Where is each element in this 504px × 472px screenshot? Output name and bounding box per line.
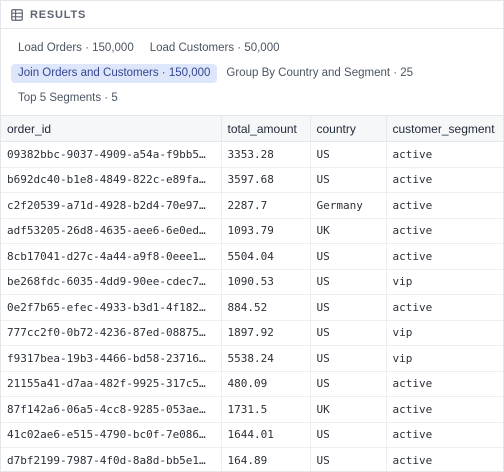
column-header-customer-segment[interactable]: customer_segment bbox=[386, 115, 503, 142]
table-row[interactable]: adf53205-26d8-4635-aee6-6e0ed… 1093.79 UK a… bbox=[1, 218, 503, 244]
table-cell: c2f20539-a71d-4928-b2d4-70e97… bbox=[1, 192, 222, 219]
table-cell: 3597.68 bbox=[221, 167, 311, 193]
column-header-country[interactable]: country bbox=[310, 115, 387, 142]
table-row[interactable]: 87f142a6-06a5-4cc8-9285-053ae… 1731.5 UK ac… bbox=[1, 396, 503, 423]
step-chip[interactable]: Join Orders and Customers · 150,000 bbox=[11, 64, 218, 83]
results-table: order_id total_amount country customer_segm… bbox=[1, 115, 503, 471]
table-cell: active bbox=[386, 218, 503, 244]
table-cell: active bbox=[386, 243, 503, 270]
step-chips: Load Orders · 150,000 Load Customers · 50… bbox=[1, 29, 503, 118]
table-header-row: order_id total_amount country customer_segm… bbox=[1, 115, 503, 142]
table-row[interactable]: b692dc40-b1e8-4849-822c-e89fa… 3597.68 US a… bbox=[1, 167, 503, 193]
table-cell: f9317bea-19b3-4466-bd58-23716… bbox=[1, 345, 222, 372]
table-cell: US bbox=[310, 447, 387, 471]
table-cell: 777cc2f0-0b72-4236-87ed-08875… bbox=[1, 320, 222, 346]
step-chip[interactable]: Load Customers · 50,000 bbox=[143, 39, 287, 58]
step-chip[interactable]: Group By Country and Segment · 25 bbox=[219, 64, 420, 83]
table-cell: 87f142a6-06a5-4cc8-9285-053ae… bbox=[1, 396, 222, 423]
results-title: RESULTS bbox=[30, 8, 87, 21]
table-cell: US bbox=[310, 371, 387, 397]
table-row[interactable]: 21155a41-d7aa-482f-9925-317c5… 480.09 US ac… bbox=[1, 371, 503, 397]
table-cell: US bbox=[310, 345, 387, 372]
table-cell: US bbox=[310, 294, 387, 321]
table-body: 09382bbc-9037-4909-a54a-f9bb5… 3353.28 US a… bbox=[1, 141, 503, 471]
table-cell: vip bbox=[386, 345, 503, 372]
table-cell: 884.52 bbox=[221, 294, 311, 321]
table-row[interactable]: c2f20539-a71d-4928-b2d4-70e97… 2287.7 Germ… bbox=[1, 192, 503, 219]
table-cell: 5504.04 bbox=[221, 243, 311, 270]
table-cell: vip bbox=[386, 269, 503, 295]
table-cell: 480.09 bbox=[221, 371, 311, 397]
table-cell: 1090.53 bbox=[221, 269, 311, 295]
table-cell: 3353.28 bbox=[221, 141, 311, 168]
table-row[interactable]: 0e2f7b65-efec-4933-b3d1-4f182… 884.52 US ac… bbox=[1, 294, 503, 321]
results-table-container: order_id total_amount country customer_segm… bbox=[1, 115, 503, 471]
table-row[interactable]: 777cc2f0-0b72-4236-87ed-08875… 1897.92 US v… bbox=[1, 320, 503, 346]
table-row[interactable]: f9317bea-19b3-4466-bd58-23716… 5538.24 US v… bbox=[1, 345, 503, 372]
table-cell: 2287.7 bbox=[221, 192, 311, 219]
table-row[interactable]: 8cb17041-d27c-4a44-a9f8-0eee1… 5504.04 US a… bbox=[1, 243, 503, 270]
table-cell: US bbox=[310, 269, 387, 295]
table-row[interactable]: be268fdc-6035-4dd9-90ee-cdec7… 1090.53 US v… bbox=[1, 269, 503, 295]
table-cell: d7bf2199-7987-4f0d-8a8d-bb5e1… bbox=[1, 447, 222, 471]
table-cell: 1897.92 bbox=[221, 320, 311, 346]
table-cell: 09382bbc-9037-4909-a54a-f9bb5… bbox=[1, 141, 222, 168]
table-icon bbox=[11, 8, 23, 21]
step-chip[interactable]: Load Orders · 150,000 bbox=[11, 39, 141, 58]
table-cell: be268fdc-6035-4dd9-90ee-cdec7… bbox=[1, 269, 222, 295]
table-cell: 1644.01 bbox=[221, 422, 311, 448]
table-cell: 41c02ae6-e515-4790-bc0f-7e086… bbox=[1, 422, 222, 448]
table-cell: UK bbox=[310, 396, 387, 423]
table-cell: active bbox=[386, 371, 503, 397]
table-cell: 1731.5 bbox=[221, 396, 311, 423]
table-cell: UK bbox=[310, 218, 387, 244]
table-cell: US bbox=[310, 320, 387, 346]
table-cell: active bbox=[386, 294, 503, 321]
results-header: RESULTS bbox=[1, 1, 503, 29]
table-cell: active bbox=[386, 141, 503, 168]
table-cell: 1093.79 bbox=[221, 218, 311, 244]
table-cell: vip bbox=[386, 320, 503, 346]
column-header-order-id[interactable]: order_id bbox=[1, 115, 222, 142]
table-cell: 164.89 bbox=[221, 447, 311, 471]
table-cell: US bbox=[310, 167, 387, 193]
table-cell: active bbox=[386, 447, 503, 471]
column-header-total-amount[interactable]: total_amount bbox=[221, 115, 311, 142]
table-cell: US bbox=[310, 422, 387, 448]
table-cell: US bbox=[310, 243, 387, 270]
table-row[interactable]: 09382bbc-9037-4909-a54a-f9bb5… 3353.28 US a… bbox=[1, 141, 503, 168]
table-cell: adf53205-26d8-4635-aee6-6e0ed… bbox=[1, 218, 222, 244]
table-cell: US bbox=[310, 141, 387, 168]
table-cell: active bbox=[386, 192, 503, 219]
table-cell: 0e2f7b65-efec-4933-b3d1-4f182… bbox=[1, 294, 222, 321]
table-cell: Germany bbox=[310, 192, 387, 219]
table-cell: 5538.24 bbox=[221, 345, 311, 372]
table-row[interactable]: d7bf2199-7987-4f0d-8a8d-bb5e1… 164.89 US ac… bbox=[1, 447, 503, 471]
table-cell: active bbox=[386, 167, 503, 193]
table-cell: b692dc40-b1e8-4849-822c-e89fa… bbox=[1, 167, 222, 193]
table-cell: 21155a41-d7aa-482f-9925-317c5… bbox=[1, 371, 222, 397]
results-panel: RESULTS Load Orders · 150,000 Load Custom… bbox=[0, 0, 504, 472]
table-row[interactable]: 41c02ae6-e515-4790-bc0f-7e086… 1644.01 US a… bbox=[1, 422, 503, 448]
step-chip[interactable]: Top 5 Segments · 5 bbox=[11, 89, 125, 108]
table-cell: active bbox=[386, 396, 503, 423]
table-cell: active bbox=[386, 422, 503, 448]
table-cell: 8cb17041-d27c-4a44-a9f8-0eee1… bbox=[1, 243, 222, 270]
